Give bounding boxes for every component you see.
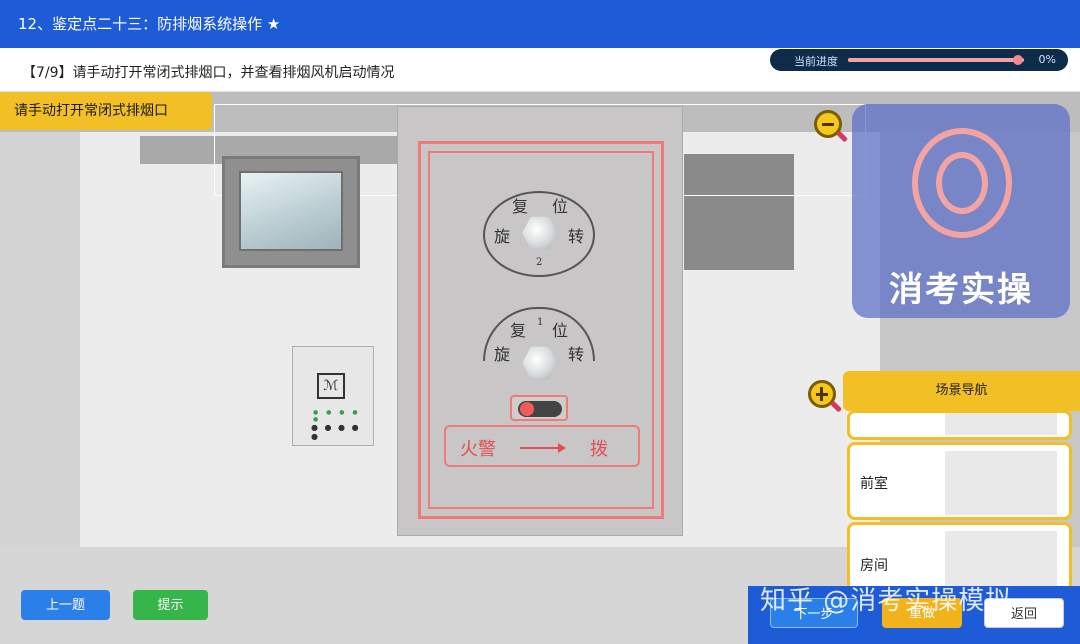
watermark-logo-icon	[912, 128, 1012, 238]
left-wall	[0, 132, 80, 552]
knob-mid-number: 1	[537, 317, 544, 328]
scene-nav-label: 房间	[860, 558, 888, 574]
knob-mid-char-tr: 位	[552, 321, 569, 340]
task-instruction: 【7/9】请手动打开常闭式排烟口，并查看排烟风机启动情况	[22, 65, 395, 81]
knob-top-number: 2	[536, 257, 543, 268]
scene-nav-item-anteroom[interactable]: 前室	[847, 442, 1072, 520]
progress-value: 0%	[1038, 53, 1056, 66]
scene-nav-label: 前室	[860, 476, 888, 492]
scene-thumbnail	[945, 451, 1057, 515]
knob-top-char-br: 转	[568, 227, 585, 246]
progress-knob	[1012, 55, 1023, 65]
footer-watermark: 知乎 @消考实操模拟	[760, 586, 1013, 616]
cabinet-leds: ● ● ● ● ●	[313, 409, 361, 423]
page-title: 12、鉴定点二十三：防排烟系统操作 ★	[18, 15, 281, 33]
fire-alarm-pull-switch[interactable]	[510, 395, 568, 421]
alarm-label-right: 拨	[590, 439, 608, 460]
right-arrow-icon	[520, 443, 566, 453]
zoom-out-icon[interactable]	[814, 110, 849, 144]
progress-indicator: 当前进度 0%	[770, 49, 1068, 71]
fire-alarm-label-box: 火警 拨	[444, 425, 640, 467]
progress-label: 当前进度	[794, 55, 838, 68]
control-cabinet[interactable]: ℳ ● ● ● ● ● ● ● ● ● ●	[292, 346, 374, 446]
alarm-label-left: 火警	[460, 439, 496, 460]
smoke-exhaust-vent[interactable]	[222, 156, 360, 268]
watermark-badge: 消考实操	[852, 104, 1070, 318]
switch-knob	[520, 402, 534, 416]
progress-fill	[848, 55, 1023, 65]
step-tip-label: 请手动打开常闭式排烟口	[0, 92, 212, 130]
title-bar: 12、鉴定点二十三：防排烟系统操作 ★	[0, 0, 1080, 48]
switch-track	[518, 401, 562, 417]
hint-button[interactable]: 提示	[133, 590, 208, 620]
progress-track	[848, 55, 1024, 65]
knob-mid-char-bl: 旋	[494, 345, 511, 364]
scene-nav-header: 场景导航	[843, 371, 1080, 411]
cabinet-buttons: ● ● ● ● ●	[311, 423, 361, 441]
zoom-in-icon[interactable]	[808, 380, 843, 414]
scene-nav-item-0[interactable]	[847, 410, 1072, 440]
previous-question-button[interactable]: 上一题	[21, 590, 110, 620]
knob-top-char-bl: 旋	[494, 227, 511, 246]
cabinet-logo-icon: ℳ	[317, 373, 345, 399]
manual-release-panel[interactable]: 复 位 旋 转 2 复 位 旋 转 1 火警 拨	[397, 106, 683, 536]
knob-mid-char-tl: 复	[510, 321, 527, 340]
watermark-text: 消考实操	[889, 270, 1033, 310]
knob-top-char-tl: 复	[512, 197, 529, 216]
knob-top-char-tr: 位	[552, 197, 569, 216]
vent-glass	[239, 171, 343, 251]
scene-thumbnail	[945, 413, 1057, 435]
knob-mid-char-br: 转	[568, 345, 585, 364]
